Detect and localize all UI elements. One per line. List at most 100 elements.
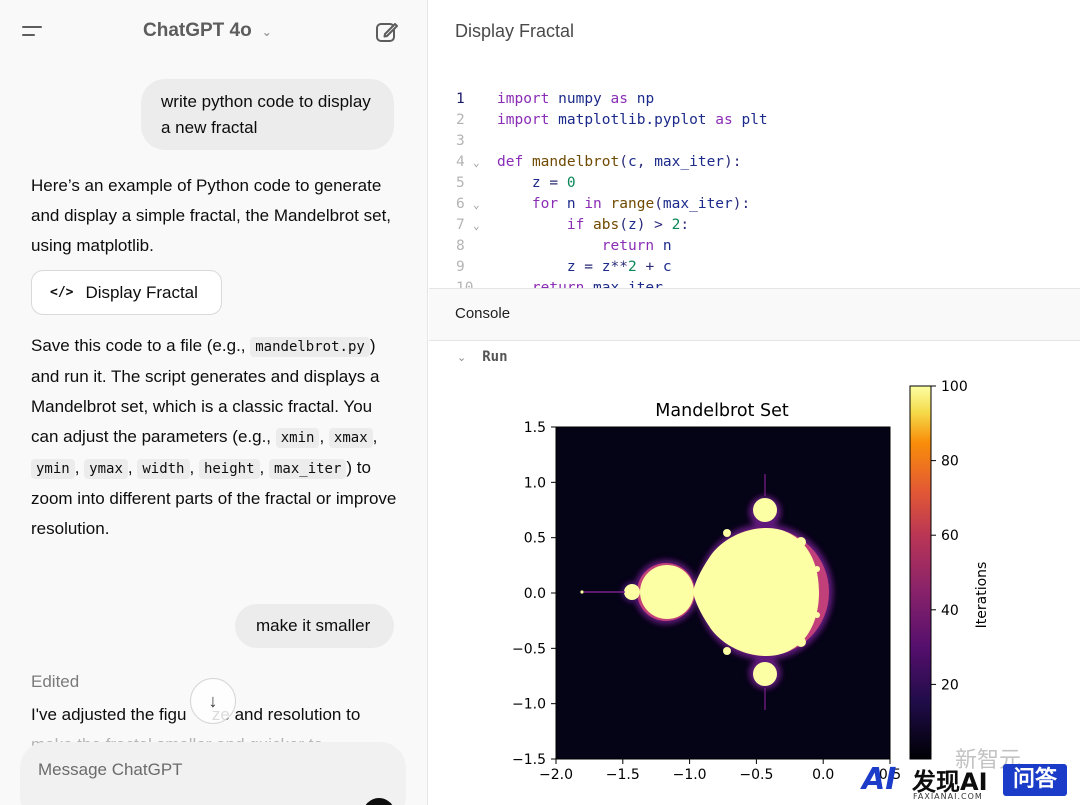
- line-number: 9: [456, 259, 465, 275]
- y-tick-label: −0.5: [512, 641, 546, 657]
- assistant-message: Save this code to a file (e.g., mandelbr…: [31, 331, 401, 544]
- x-tick-label: −1.0: [673, 767, 707, 783]
- colorbar: [909, 385, 932, 760]
- arrow-down-icon: ↓: [208, 690, 218, 711]
- run-label: Run: [482, 349, 508, 365]
- open-canvas-button[interactable]: </> Display Fractal: [31, 270, 222, 315]
- colorbar-ticks: 100 80 60 40 20: [931, 379, 968, 693]
- chat-header: ChatGPT 4o ⌄: [0, 0, 427, 62]
- canvas-panel: Display Fractal 1 import numpy as np 2 imp…: [429, 0, 1080, 805]
- colorbar-label: Iterations: [974, 562, 990, 629]
- inline-code: max_iter: [268, 459, 347, 479]
- watermark-logo: AI: [862, 762, 897, 797]
- chevron-down-icon: ⌄: [457, 351, 467, 364]
- inline-code: ymin: [31, 459, 75, 479]
- scroll-to-bottom-button[interactable]: ↓: [190, 678, 236, 724]
- console-header: Console: [429, 289, 1080, 341]
- colorbar-tick-label: 80: [941, 454, 959, 470]
- edit-icon[interactable]: [374, 19, 400, 45]
- line-number: 1: [456, 91, 465, 107]
- line-number: 2: [456, 112, 465, 128]
- code-line: 1 import numpy as np: [429, 89, 1080, 110]
- model-label: ChatGPT 4o: [143, 20, 252, 41]
- inline-code: width: [137, 459, 190, 479]
- message-input[interactable]: [38, 758, 338, 782]
- colorbar-tick-label: 100: [941, 379, 968, 395]
- inline-code: xmax: [328, 428, 373, 448]
- code-text: z = 0: [531, 175, 576, 191]
- period2-bulb: [640, 565, 694, 619]
- inline-code: ymax: [84, 459, 128, 479]
- edited-label: Edited: [31, 672, 80, 691]
- console-label: Console: [455, 305, 511, 322]
- text-run: ,: [319, 427, 329, 446]
- x-tick-label: 0.0: [812, 767, 834, 783]
- run-toggle[interactable]: ⌄ Run: [457, 349, 508, 365]
- app-root: ChatGPT 4o ⌄ write python code to displa…: [0, 0, 1080, 805]
- user-message: make it smaller: [235, 604, 394, 648]
- canvas-title: Display Fractal: [455, 21, 575, 41]
- code-line: 7 ⌄ if abs(z) > 2:: [429, 215, 1080, 236]
- y-tick-label: 1.5: [524, 420, 546, 436]
- y-axis: 1.5 1.0 0.5 0.0 −0.5 −1.0 −1.5: [512, 420, 556, 768]
- watermark-badge: 问答: [1003, 764, 1067, 796]
- code-line: 6 ⌄ for n in range(max_iter):: [429, 194, 1080, 215]
- inline-code: mandelbrot.py: [250, 337, 370, 357]
- text-run: ,: [74, 458, 85, 477]
- y-tick-label: 0.5: [524, 531, 546, 547]
- text-run: ,: [372, 427, 378, 446]
- chevron-down-icon: ⌄: [261, 25, 272, 39]
- code-line: 8 return n: [429, 236, 1080, 257]
- code-text: if abs(z) > 2:: [566, 217, 690, 233]
- fold-chevron-icon[interactable]: ⌄: [473, 194, 480, 215]
- code-line: 9 z = z**2 + c: [429, 257, 1080, 278]
- send-button[interactable]: [363, 798, 395, 805]
- chat-panel: ChatGPT 4o ⌄ write python code to displa…: [0, 0, 428, 805]
- code-line: 3: [429, 131, 1080, 152]
- line-number: 7: [456, 217, 465, 233]
- code-text: return max_iter: [531, 280, 663, 288]
- code-icon: </>: [50, 285, 74, 300]
- x-tick-label: −0.5: [739, 767, 773, 783]
- text-run: ,: [127, 458, 138, 477]
- y-tick-label: −1.0: [512, 697, 546, 713]
- text-run: Save this code to a file (e.g.,: [31, 336, 251, 355]
- x-axis: −2.0 −1.5 −1.0 −0.5 0.0 0.5: [539, 759, 901, 783]
- code-editor[interactable]: 1 import numpy as np 2 import matplotlib.p…: [429, 80, 1080, 288]
- code-line: 5 z = 0: [429, 173, 1080, 194]
- code-line: 4 ⌄ def mandelbrot(c, max_iter):: [429, 152, 1080, 173]
- hamburger-icon[interactable]: [22, 22, 44, 40]
- y-tick-label: −1.5: [512, 752, 546, 768]
- x-tick-label: −2.0: [539, 767, 573, 783]
- model-selector[interactable]: ChatGPT 4o ⌄: [143, 20, 272, 42]
- line-number: 5: [456, 175, 465, 191]
- code-text: return n: [601, 238, 672, 254]
- code-text: import numpy as np: [497, 91, 655, 107]
- colorbar-tick-label: 40: [941, 603, 959, 619]
- colorbar-tick-label: 60: [941, 528, 959, 544]
- code-text: for n in range(max_iter):: [531, 196, 751, 212]
- fold-chevron-icon[interactable]: ⌄: [473, 215, 480, 236]
- text-run: ,: [189, 458, 199, 477]
- y-tick-label: 0.0: [524, 586, 546, 602]
- canvas-button-label: Display Fractal: [85, 282, 198, 302]
- inline-code: height: [198, 459, 260, 479]
- line-number: 6: [456, 196, 465, 212]
- user-message: write python code to display a new fract…: [141, 79, 394, 150]
- code-text: def mandelbrot(c, max_iter):: [497, 154, 742, 170]
- message-composer: [20, 742, 406, 805]
- code-text: z = z**2 + c: [566, 259, 672, 275]
- line-number: 4: [456, 154, 465, 170]
- text-run: ,: [259, 458, 269, 477]
- line-number: 8: [456, 238, 465, 254]
- code-text: import matplotlib.pyplot as plt: [497, 112, 768, 128]
- watermark-url: FAXIANAI.COM: [913, 792, 983, 801]
- colorbar-tick-label: 20: [941, 677, 959, 693]
- chart-title: Mandelbrot Set: [655, 401, 789, 421]
- assistant-message: Here’s an example of Python code to gene…: [31, 176, 392, 255]
- inline-code: xmin: [275, 428, 320, 448]
- code-line: 2 import matplotlib.pyplot as plt: [429, 110, 1080, 131]
- line-number: 10: [456, 280, 474, 288]
- fold-chevron-icon[interactable]: ⌄: [473, 152, 480, 173]
- y-tick-label: 1.0: [524, 475, 546, 491]
